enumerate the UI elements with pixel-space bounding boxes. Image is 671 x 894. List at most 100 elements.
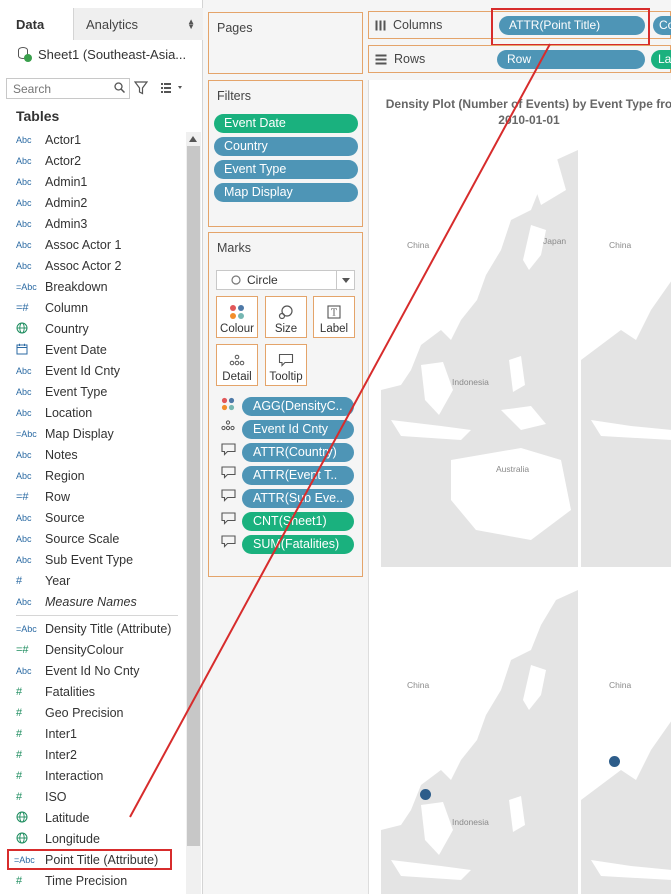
map-pane-bottom-right[interactable]: China [581, 570, 671, 894]
field-assoc-actor-2[interactable]: Abc Assoc Actor 2 [0, 255, 186, 276]
detail-button[interactable]: Detail [216, 344, 258, 386]
field-geo-precision[interactable]: # Geo Precision [0, 702, 186, 723]
field-inter1[interactable]: # Inter1 [0, 723, 186, 744]
marks-field-row[interactable]: Event Id Cnty [221, 419, 354, 439]
map-pane-top-left[interactable]: China Japan Indonesia Australia [381, 130, 578, 567]
marks-pill[interactable]: AGG(DensityC.. [242, 396, 354, 416]
marks-field-row[interactable]: CNT(Sheet1) [221, 511, 354, 531]
field-actor2[interactable]: Abc Actor2 [0, 150, 186, 171]
datasource-row[interactable]: Sheet1 (Southeast-Asia... [16, 44, 186, 64]
field-label: Admin3 [45, 216, 88, 231]
tooltip-icon[interactable] [221, 512, 239, 530]
rows-pill-row[interactable]: Row [497, 50, 645, 69]
field-density-title-attribute[interactable]: =Abc Density Title (Attribute) [0, 618, 186, 639]
field-notes[interactable]: Abc Notes [0, 444, 186, 465]
string-type-icon: Abc [16, 176, 32, 187]
marks-title: Marks [217, 241, 252, 255]
marks-field-row[interactable]: AGG(DensityC.. [221, 396, 354, 416]
field-latitude[interactable]: Latitude [0, 807, 186, 828]
search-icon[interactable] [114, 82, 125, 93]
field-source[interactable]: Abc Source [0, 507, 186, 528]
tab-scroll-arrows-icon[interactable]: ▲ ▼ [187, 18, 195, 31]
field-fatalities[interactable]: # Fatalities [0, 681, 186, 702]
tooltip-icon[interactable] [221, 489, 239, 507]
field-location[interactable]: Abc Location [0, 402, 186, 423]
columns-pill-2[interactable]: Co [653, 16, 671, 35]
field-admin2[interactable]: Abc Admin2 [0, 192, 186, 213]
marks-pill[interactable]: CNT(Sheet1) [242, 511, 354, 531]
scrollbar-thumb[interactable] [187, 146, 200, 846]
tooltip-icon[interactable] [221, 443, 239, 461]
field-event-type[interactable]: Abc Event Type [0, 381, 186, 402]
field-sub-event-type[interactable]: Abc Sub Event Type [0, 549, 186, 570]
field-source-scale[interactable]: Abc Source Scale [0, 528, 186, 549]
tooltip-icon[interactable] [221, 466, 239, 484]
field-region[interactable]: Abc Region [0, 465, 186, 486]
marks-pill[interactable]: Event Id Cnty [242, 419, 354, 439]
field-column[interactable]: =# Column [0, 297, 186, 318]
chevron-down-icon[interactable] [336, 271, 354, 289]
marks-pill[interactable]: SUM(Fatalities) [242, 534, 354, 554]
field-country[interactable]: Country [0, 318, 186, 339]
filter-pill-event-type[interactable]: Event Type [214, 160, 358, 179]
detail-icon[interactable] [221, 420, 239, 438]
field-row[interactable]: =# Row [0, 486, 186, 507]
field-admin3[interactable]: Abc Admin3 [0, 213, 186, 234]
rows-shelf[interactable]: Rows Row La [368, 45, 671, 73]
colour-button[interactable]: Colour [216, 296, 258, 338]
field-densitycolour[interactable]: =# DensityColour [0, 639, 186, 660]
field-measure-names[interactable]: Abc Measure Names [0, 591, 186, 612]
field-breakdown[interactable]: =Abc Breakdown [0, 276, 186, 297]
field-actor1[interactable]: Abc Actor1 [0, 129, 186, 150]
field-event-id-cnty[interactable]: Abc Event Id Cnty [0, 360, 186, 381]
field-year[interactable]: # Year [0, 570, 186, 591]
event-mark-dot-2[interactable] [609, 756, 620, 767]
map-pane-top-right[interactable]: China [581, 130, 671, 567]
size-button[interactable]: Size [265, 296, 307, 338]
mark-type-dropdown[interactable]: Circle [216, 270, 355, 290]
tab-analytics[interactable]: Analytics ▲ ▼ [74, 8, 203, 40]
field-map-display[interactable]: =Abc Map Display [0, 423, 186, 444]
marks-field-row[interactable]: ATTR(Sub Eve.. [221, 488, 354, 508]
field-admin1[interactable]: Abc Admin1 [0, 171, 186, 192]
viz-canvas[interactable]: Density Plot (Number of Events) by Event… [368, 80, 671, 894]
filters-card[interactable]: Filters Event Date Country Event Type Ma… [208, 80, 363, 227]
marks-pill[interactable]: ATTR(Sub Eve.. [242, 488, 354, 508]
rows-pill-2[interactable]: La [651, 50, 671, 69]
filter-funnel-icon[interactable] [134, 81, 148, 95]
map-land-shapes-4 [581, 570, 671, 880]
field-longitude[interactable]: Longitude [0, 828, 186, 849]
pages-card[interactable]: Pages [208, 12, 363, 74]
tooltip-button[interactable]: Tooltip [265, 344, 307, 386]
marks-field-row[interactable]: SUM(Fatalities) [221, 534, 354, 554]
view-options-icon[interactable] [160, 82, 184, 94]
marks-field-row[interactable]: ATTR(Event T.. [221, 465, 354, 485]
filter-pill-event-date[interactable]: Event Date [214, 114, 358, 133]
marks-field-row[interactable]: ATTR(Country) [221, 442, 354, 462]
marks-pill[interactable]: ATTR(Country) [242, 442, 354, 462]
field-search[interactable] [6, 78, 130, 99]
field-assoc-actor-1[interactable]: Abc Assoc Actor 1 [0, 234, 186, 255]
tab-data[interactable]: Data [0, 8, 74, 40]
filter-pill-country[interactable]: Country [214, 137, 358, 156]
field-inter2[interactable]: # Inter2 [0, 744, 186, 765]
field-list-scrollbar[interactable] [186, 132, 201, 894]
search-input[interactable] [7, 79, 107, 98]
map-pane-bottom-left[interactable]: China Indonesia [381, 570, 578, 894]
field-iso[interactable]: # ISO [0, 786, 186, 807]
scroll-up-icon[interactable] [189, 136, 197, 142]
filter-pill-map-display[interactable]: Map Display [214, 183, 358, 202]
marks-pill[interactable]: ATTR(Event T.. [242, 465, 354, 485]
field-event-id-no-cnty[interactable]: Abc Event Id No Cnty [0, 660, 186, 681]
field-label: Admin1 [45, 174, 88, 189]
colour-icon[interactable] [221, 397, 239, 415]
event-mark-dot[interactable] [420, 789, 431, 800]
pane-tabs: Data Analytics ▲ ▼ [0, 8, 203, 40]
string-type-icon: Abc [16, 512, 32, 523]
tooltip-icon[interactable] [221, 535, 239, 553]
field-time-precision[interactable]: # Time Precision [0, 870, 186, 891]
field-event-date[interactable]: Event Date [0, 339, 186, 360]
field-point-title-attribute[interactable]: =Abc Point Title (Attribute) [7, 849, 172, 870]
label-button[interactable]: T Label [313, 296, 355, 338]
field-interaction[interactable]: # Interaction [0, 765, 186, 786]
